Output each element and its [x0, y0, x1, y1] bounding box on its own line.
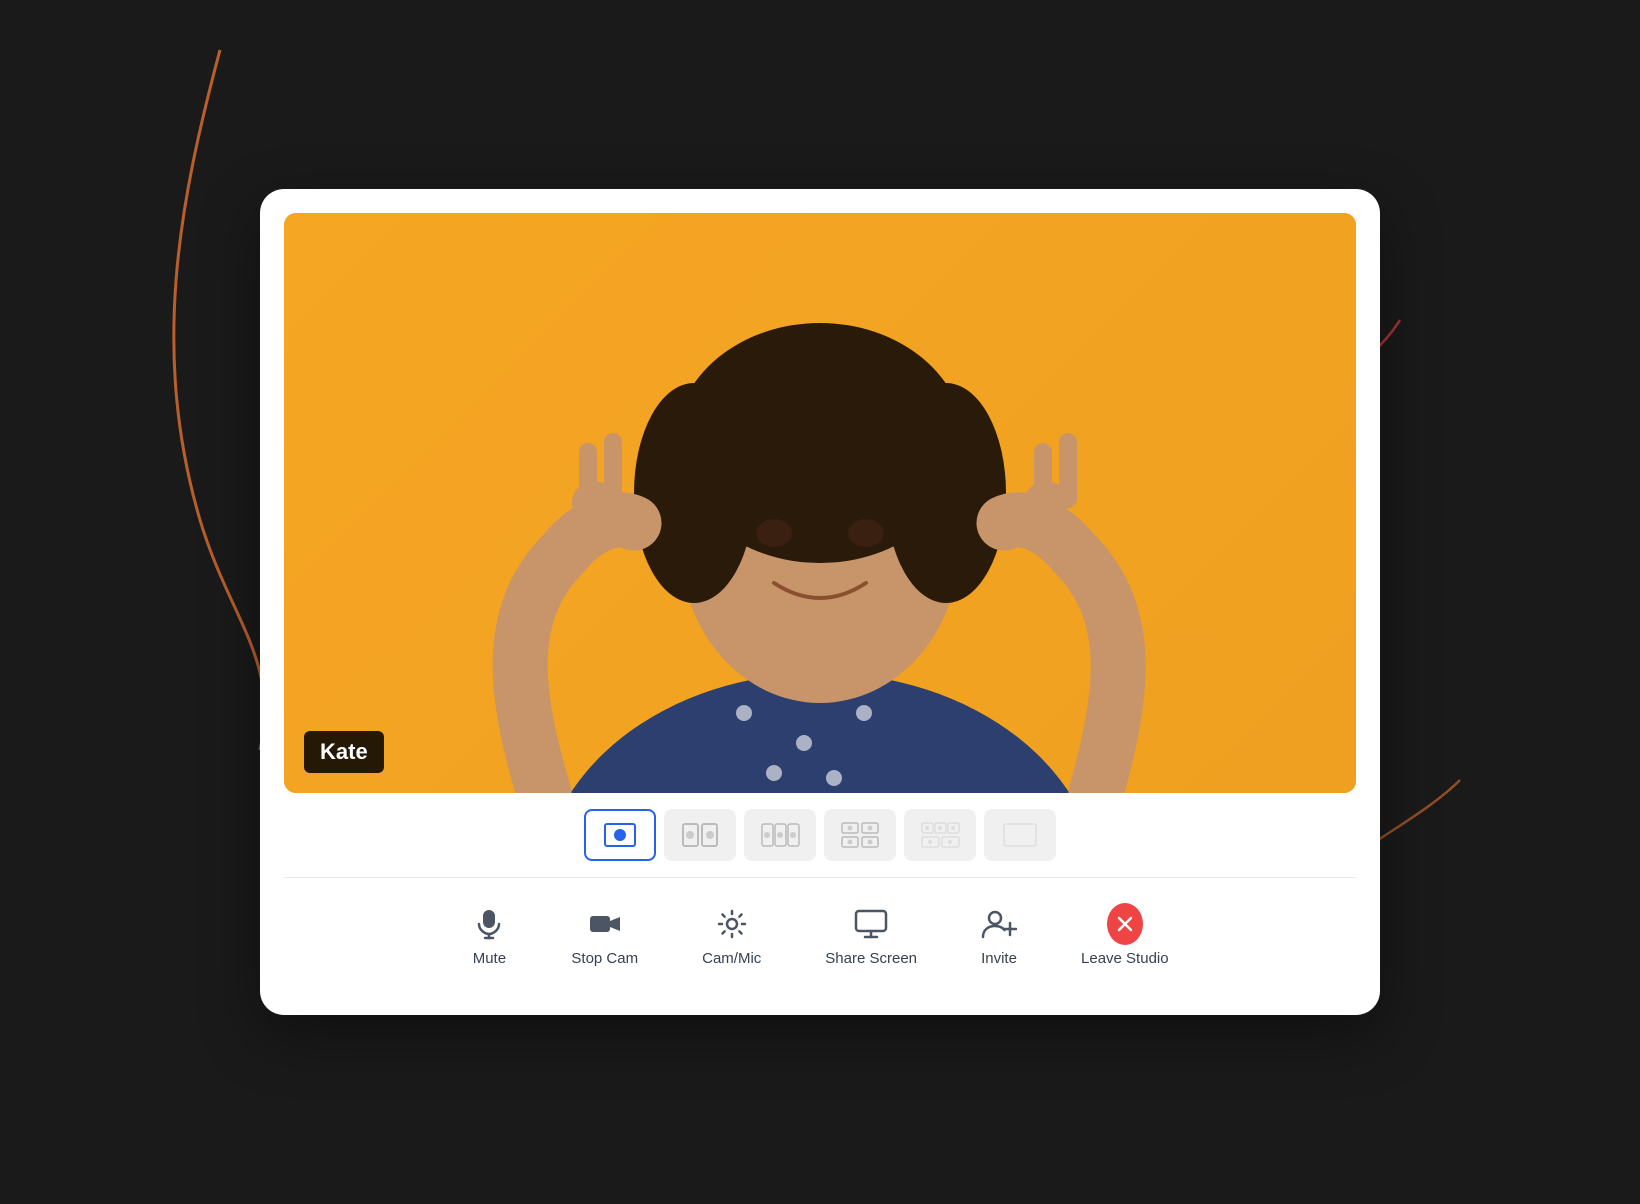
- mic-icon: [471, 906, 507, 942]
- stop-cam-label: Stop Cam: [571, 950, 638, 967]
- cam-mic-button[interactable]: Cam/Mic: [686, 898, 777, 975]
- stop-cam-button[interactable]: Stop Cam: [555, 898, 654, 975]
- layout-btn-grid3[interactable]: [744, 809, 816, 861]
- controls-bar: Mute Stop Cam Cam/Mic: [284, 877, 1356, 983]
- layout-btn-single[interactable]: [584, 809, 656, 861]
- settings-icon: [714, 906, 750, 942]
- participant-name: Kate: [320, 739, 368, 764]
- video-background: [284, 213, 1356, 793]
- mute-label: Mute: [473, 950, 506, 967]
- share-screen-label: Share Screen: [825, 950, 917, 967]
- leave-studio-button[interactable]: Leave Studio: [1065, 898, 1185, 975]
- cam-mic-label: Cam/Mic: [702, 950, 761, 967]
- layout-btn-grid5[interactable]: [904, 809, 976, 861]
- add-person-icon: [981, 906, 1017, 942]
- monitor-icon: [853, 906, 889, 942]
- mute-button[interactable]: Mute: [455, 898, 523, 975]
- invite-label: Invite: [981, 950, 1017, 967]
- video-area: Kate: [284, 213, 1356, 793]
- layout-btn-grid4[interactable]: [824, 809, 896, 861]
- participant-name-tag: Kate: [304, 731, 384, 773]
- share-screen-button[interactable]: Share Screen: [809, 898, 933, 975]
- invite-button[interactable]: Invite: [965, 898, 1033, 975]
- studio-container: Kate: [260, 189, 1380, 1015]
- leave-studio-label: Leave Studio: [1081, 950, 1169, 967]
- participant-video: [284, 213, 1356, 793]
- camera-icon: [587, 906, 623, 942]
- layout-btn-blank[interactable]: [984, 809, 1056, 861]
- layout-btn-grid2[interactable]: [664, 809, 736, 861]
- leave-icon: [1107, 906, 1143, 942]
- layout-selector: [284, 793, 1356, 873]
